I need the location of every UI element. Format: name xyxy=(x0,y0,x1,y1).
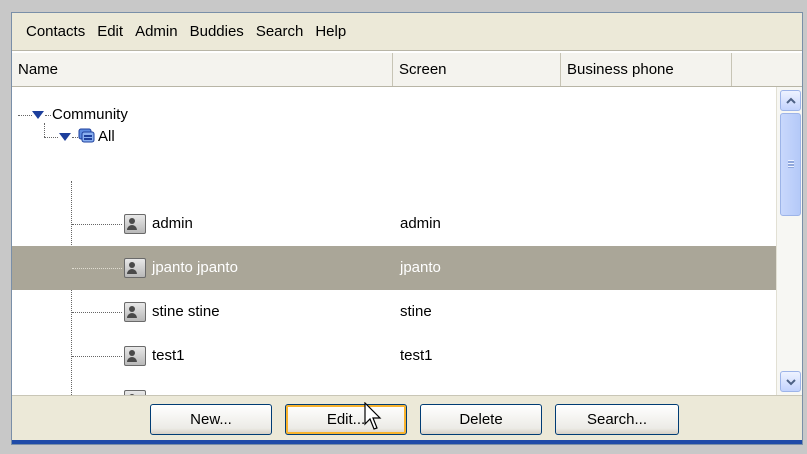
column-header: Name Screen Business phone xyxy=(12,53,802,87)
vertical-scrollbar[interactable] xyxy=(776,87,802,395)
mouse-pointer-icon xyxy=(364,402,382,430)
new-button[interactable]: New... xyxy=(150,404,272,435)
menu-edit[interactable]: Edit xyxy=(91,13,129,51)
menu-bar: Contacts Edit Admin Buddies Search Help xyxy=(12,13,802,51)
contact-row-partial[interactable] xyxy=(12,378,776,395)
contact-screen-name: stine xyxy=(400,303,432,320)
contact-row[interactable]: admin admin xyxy=(12,202,776,246)
button-bar: New... Edit... Delete Search... xyxy=(12,395,802,442)
user-icon xyxy=(124,302,146,322)
contact-name: test1 xyxy=(152,347,185,364)
contact-screen-name: jpanto xyxy=(400,259,441,276)
menu-help[interactable]: Help xyxy=(309,13,352,51)
contact-name: admin xyxy=(152,215,193,232)
column-header-extra[interactable] xyxy=(732,53,802,86)
column-header-screen[interactable]: Screen xyxy=(393,53,561,86)
menu-buddies[interactable]: Buddies xyxy=(184,13,250,51)
contact-row[interactable]: stine stine stine xyxy=(12,290,776,334)
user-icon xyxy=(124,258,146,278)
tree-node-label: All xyxy=(98,128,115,145)
expand-triangle-icon[interactable] xyxy=(59,133,71,141)
user-icon xyxy=(124,214,146,234)
contacts-window: Contacts Edit Admin Buddies Search Help … xyxy=(11,12,803,445)
column-header-business-phone[interactable]: Business phone xyxy=(561,53,732,86)
search-button[interactable]: Search... xyxy=(555,404,679,435)
contact-name: jpanto jpanto xyxy=(152,259,238,276)
column-header-name[interactable]: Name xyxy=(12,53,393,86)
window-bottom-border xyxy=(12,440,802,444)
group-icon xyxy=(78,128,95,143)
chevron-down-icon xyxy=(785,378,796,385)
contact-screen-name: admin xyxy=(400,215,441,232)
contact-row[interactable]: test1 test1 xyxy=(12,334,776,378)
menu-contacts[interactable]: Contacts xyxy=(20,13,91,51)
grip-icon xyxy=(788,160,794,168)
scroll-down-button[interactable] xyxy=(780,371,801,392)
menu-search[interactable]: Search xyxy=(250,13,310,51)
edit-button[interactable]: Edit... xyxy=(285,404,407,435)
user-icon xyxy=(124,346,146,366)
tree-node-all[interactable]: All xyxy=(12,115,776,159)
contact-tree: Community All admin admin jpanto jpanto … xyxy=(12,87,776,395)
scroll-up-button[interactable] xyxy=(780,90,801,111)
contact-screen-name: test1 xyxy=(400,347,433,364)
menu-admin[interactable]: Admin xyxy=(129,13,184,51)
contact-name: stine stine xyxy=(152,303,220,320)
scrollbar-thumb[interactable] xyxy=(780,113,801,216)
contact-row-selected[interactable]: jpanto jpanto jpanto xyxy=(12,246,776,290)
delete-button[interactable]: Delete xyxy=(420,404,542,435)
chevron-up-icon xyxy=(785,97,796,104)
